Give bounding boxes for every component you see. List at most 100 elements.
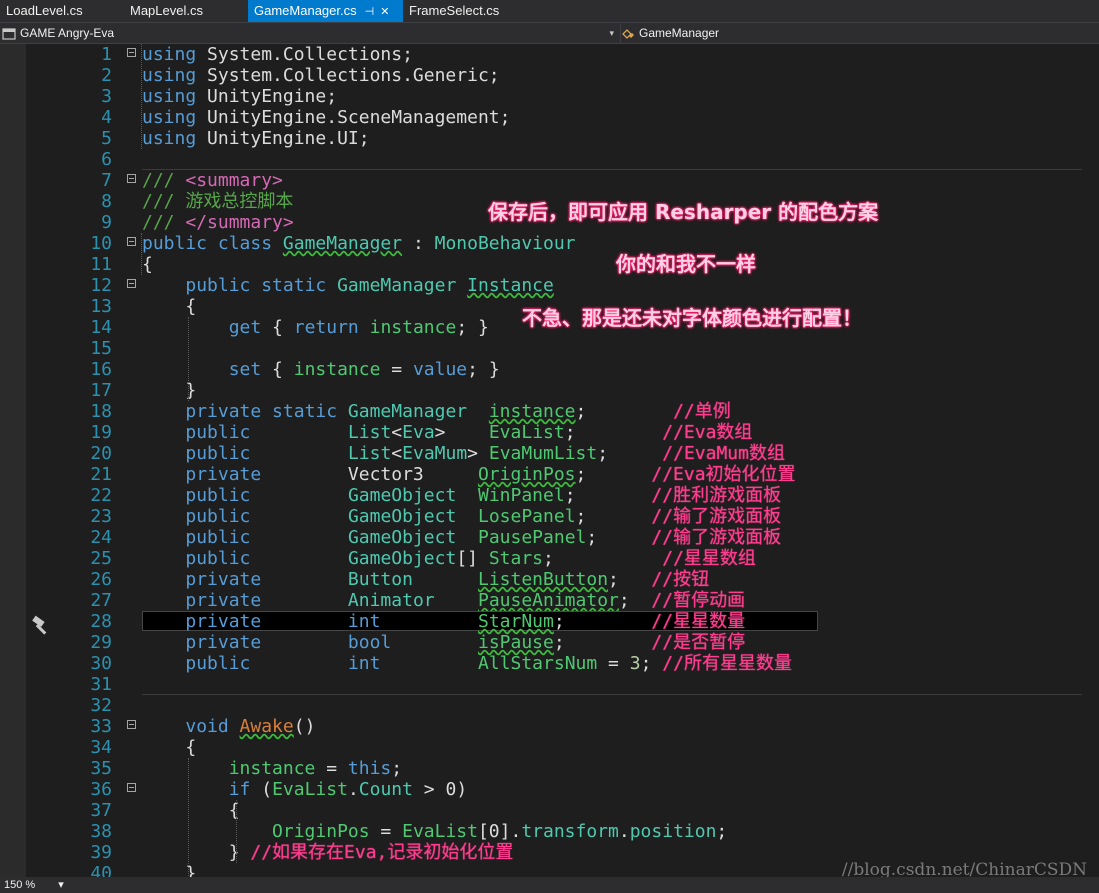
code-line[interactable]: 20 public List<EvaMum> EvaMumList; //Eva… xyxy=(0,443,1099,464)
code-text: /// <summary> xyxy=(142,170,283,191)
fold-toggle-icon[interactable] xyxy=(127,279,136,288)
code-line[interactable]: 4 using UnityEngine.SceneManagement; xyxy=(0,107,1099,128)
code-text: using UnityEngine; xyxy=(142,86,337,107)
zoom-level[interactable]: 150 % xyxy=(4,879,35,891)
fold-toggle-icon[interactable] xyxy=(127,783,136,792)
code-token: GameObject xyxy=(347,506,457,527)
tab-frameselect[interactable]: FrameSelect.cs xyxy=(403,0,553,22)
code-line[interactable]: 28 private int StarNum; //星星数量 xyxy=(0,611,1099,632)
line-number: 16 xyxy=(90,359,112,380)
line-number: 37 xyxy=(90,800,112,821)
code-line[interactable]: 23 public GameObject LosePanel; //输了游戏面板 xyxy=(0,506,1099,527)
tab-maplevel[interactable]: MapLevel.cs xyxy=(124,0,248,22)
code-text: /// 游戏总控脚本 xyxy=(142,191,293,212)
document-tab-bar: LoadLevel.cs MapLevel.cs GameManager.cs ⊣… xyxy=(0,0,1099,22)
code-line[interactable]: 29 private bool isPause; //是否暂停 xyxy=(0,632,1099,653)
code-line[interactable]: 30 public int AllStarsNum = 3; //所有星星数量 xyxy=(0,653,1099,674)
tab-gamemanager[interactable]: GameManager.cs ⊣ ✕ xyxy=(248,0,403,22)
line-number: 33 xyxy=(90,716,112,737)
code-line[interactable]: 26 private Button ListenButton; //按钮 xyxy=(0,569,1099,590)
code-line[interactable]: 32 xyxy=(0,695,1099,716)
code-token: = xyxy=(597,653,630,674)
code-token: ; xyxy=(575,464,652,485)
tab-label: FrameSelect.cs xyxy=(409,3,500,18)
fold-toggle-icon[interactable] xyxy=(127,48,136,57)
code-line[interactable]: 3 using UnityEngine; xyxy=(0,86,1099,107)
code-token: private static xyxy=(185,401,348,422)
code-line[interactable]: 31 xyxy=(0,674,1099,695)
code-token: ; xyxy=(608,569,652,590)
code-line[interactable]: 10 public class GameManager : MonoBehavio… xyxy=(0,233,1099,254)
code-line[interactable]: 6 xyxy=(0,149,1099,170)
code-line[interactable]: 33 void Awake() xyxy=(0,716,1099,737)
fold-toggle-icon[interactable] xyxy=(127,237,136,246)
code-token: Awake xyxy=(239,716,294,737)
code-line[interactable]: 5 using UnityEngine.UI; xyxy=(0,128,1099,149)
code-line[interactable]: 12 public static GameManager Instance xyxy=(0,275,1099,296)
zoom-bar: 150 % ▾ xyxy=(0,877,1099,893)
code-line[interactable]: 34 { xyxy=(0,737,1099,758)
code-token: PausePanel xyxy=(478,527,587,548)
chevron-down-icon: ▾ xyxy=(609,28,614,38)
code-token: > 0) xyxy=(412,779,468,800)
code-token: { xyxy=(261,359,294,380)
code-line[interactable]: 24 public GameObject PausePanel; //输了游戏面… xyxy=(0,527,1099,548)
code-token: GameObject xyxy=(347,485,457,506)
code-text: } //如果存在Eva,记录初始化位置 xyxy=(142,842,514,863)
code-line[interactable]: 17 } xyxy=(0,380,1099,401)
code-line[interactable]: 37 { xyxy=(0,800,1099,821)
code-text: { xyxy=(142,254,153,275)
fold-toggle-icon[interactable] xyxy=(127,174,136,183)
pin-icon[interactable]: ⊣ xyxy=(365,6,375,18)
code-token: public xyxy=(185,653,251,674)
line-number: 39 xyxy=(90,842,112,863)
code-token: public xyxy=(185,527,251,548)
code-line[interactable]: 35 instance = this; xyxy=(0,758,1099,779)
code-token: this xyxy=(347,758,392,779)
code-line[interactable]: 22 public GameObject WinPanel; //胜利游戏面板 xyxy=(0,485,1099,506)
code-line[interactable]: 16 set { instance = value; } xyxy=(0,359,1099,380)
csharp-project-icon xyxy=(2,28,16,40)
indent-guide xyxy=(188,758,189,884)
line-number: 32 xyxy=(90,695,112,716)
code-line[interactable]: 15 xyxy=(0,338,1099,359)
code-line[interactable]: 27 private Animator PauseAnimator; //暂停动… xyxy=(0,590,1099,611)
code-token: ; xyxy=(391,758,403,779)
code-token: public class xyxy=(142,233,283,254)
code-text: private Vector3 OriginPos; //Eva初始化位置 xyxy=(142,464,795,485)
member-dropdown[interactable]: GameManager xyxy=(620,24,1099,43)
close-icon[interactable]: ✕ xyxy=(380,6,389,18)
code-line[interactable]: 36 if (EvaList.Count > 0) xyxy=(0,779,1099,800)
code-line[interactable]: 19 public List<Eva> EvaList; //Eva数组 xyxy=(0,422,1099,443)
code-token: [] xyxy=(456,548,489,569)
project-dropdown[interactable]: GAME Angry-Eva ▾ xyxy=(2,24,618,43)
code-comment: //按钮 xyxy=(651,569,710,590)
project-name: GAME Angry-Eva xyxy=(20,26,115,40)
code-token: return xyxy=(293,317,359,338)
code-text: public GameObject LosePanel; //输了游戏面板 xyxy=(142,506,781,527)
code-comment: //EvaMum数组 xyxy=(662,443,785,464)
tab-loadlevel[interactable]: LoadLevel.cs xyxy=(0,0,124,22)
code-line[interactable]: 1 using System.Collections; xyxy=(0,44,1099,65)
code-line[interactable]: 7 /// <summary> xyxy=(0,170,1099,191)
code-editor[interactable]: 1 using System.Collections; 2 using System.… xyxy=(0,44,1099,884)
code-line[interactable]: 21 private Vector3 OriginPos; //Eva初始化位置 xyxy=(0,464,1099,485)
code-token: { xyxy=(261,317,294,338)
code-text: public static GameManager Instance xyxy=(142,275,553,296)
code-line[interactable]: 25 public GameObject[] Stars; //星星数组 xyxy=(0,548,1099,569)
code-line[interactable]: 2 using System.Collections.Generic; xyxy=(0,65,1099,86)
code-token: UnityEngine; xyxy=(196,86,338,107)
code-line[interactable]: 11 { xyxy=(0,254,1099,275)
chevron-down-icon[interactable]: ▾ xyxy=(58,879,64,891)
fold-toggle-icon[interactable] xyxy=(127,720,136,729)
line-number: 36 xyxy=(90,779,112,800)
code-line[interactable]: 18 private static GameManager instance; … xyxy=(0,401,1099,422)
code-token: OriginPos xyxy=(477,464,576,485)
code-token: instance xyxy=(488,401,576,422)
code-line[interactable]: 38 OriginPos = EvaList[0].transform.posi… xyxy=(0,821,1099,842)
